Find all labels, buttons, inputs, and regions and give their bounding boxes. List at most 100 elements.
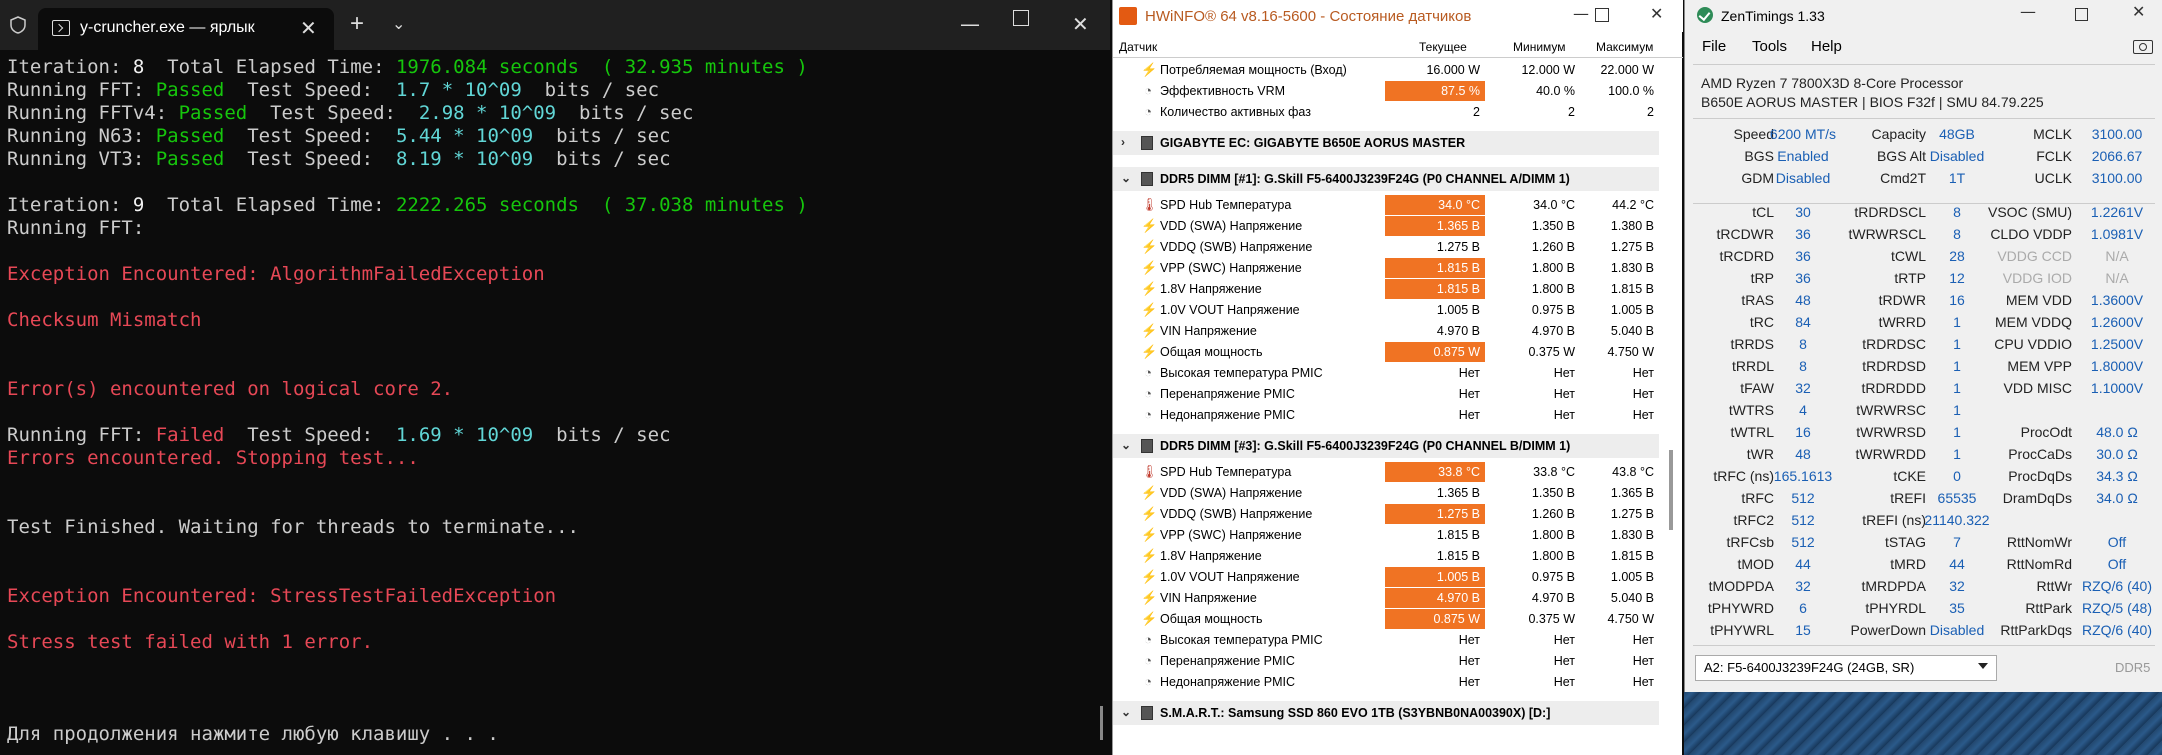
sensor-row[interactable]: ⚡ VIN Напряжение 4.970 В 4.970 В 5.040 В [1113, 588, 1659, 609]
chevron-down-icon[interactable]: ⌄ [392, 14, 405, 34]
terminal-text: Exception Encountered: StressTestFailedE… [7, 585, 557, 607]
gauge-icon: ◔ [1144, 632, 1152, 647]
sensor-row[interactable]: ⚡ VIN Напряжение 4.970 В 4.970 В 5.040 В [1113, 321, 1659, 342]
min-value: 1.800 В [1531, 282, 1575, 296]
sensor-row[interactable]: ⚡ VPP (SWC) Напряжение 1.815 В 1.800 В 1.830… [1113, 525, 1659, 546]
sensor-group-header[interactable]: ⌄ DDR5 DIMM [#1]: G.Skill F5-6400J3239F24… [1113, 167, 1659, 191]
sensor-row[interactable]: ⚡ 1.0V VOUT Напряжение 1.005 В 0.975 В 1.005… [1113, 300, 1659, 321]
terminal-line: Running FFT: Passed Test Speed: 1.7 * 10… [7, 79, 808, 102]
terminal-text: 5.44 * 10^09 [395, 125, 534, 147]
shield-icon[interactable] [8, 15, 28, 35]
column-min[interactable]: Минимум [1513, 40, 1566, 54]
sensor-row[interactable]: ◔ Эффективность VRM 87.5 % 40.0 % 100.0 % [1113, 81, 1659, 102]
sensor-name: 1.0V VOUT Напряжение [1160, 303, 1300, 317]
sensor-row[interactable]: ⚡ 1.0V VOUT Напряжение 1.005 В 0.975 В 1.005… [1113, 567, 1659, 588]
min-value: 0.375 W [1528, 612, 1575, 626]
maximize-button[interactable] [1013, 10, 1029, 26]
sensor-row[interactable]: 🌡 SPD Hub Температура 34.0 °C 34.0 °C 44.2 °… [1113, 195, 1659, 216]
thermometer-icon: 🌡 [1141, 464, 1158, 479]
sensor-row[interactable]: ◔ Высокая температура PMIC Нет Нет Нет [1113, 630, 1659, 651]
terminal-icon [52, 20, 70, 36]
expand-chevron-icon[interactable]: ⌄ [1121, 438, 1131, 452]
menu-file[interactable]: File [1702, 38, 1726, 55]
memory-module-select[interactable]: A2: F5-6400J3239F24G (24GB, SR) [1695, 655, 1997, 681]
min-value: 1.800 В [1531, 261, 1575, 275]
max-value: 1.275 В [1610, 507, 1654, 521]
min-value: 1.350 В [1531, 486, 1575, 500]
sensor-row[interactable]: ⚡ Общая мощность 0.875 W 0.375 W 4.750 W [1113, 342, 1659, 363]
sensor-row[interactable]: ⚡ VPP (SWC) Напряжение 1.815 В 1.800 В 1.830… [1113, 258, 1659, 279]
timing-value: Off [2107, 534, 2127, 550]
sensor-group-header[interactable]: ⌄ DDR5 DIMM [#3]: G.Skill F5-6400J3239F24… [1113, 434, 1659, 458]
lightning-icon: ⚡ [1141, 548, 1158, 563]
sensor-name: VDDQ (SWB) Напряжение [1160, 507, 1313, 521]
menu-tools[interactable]: Tools [1752, 38, 1787, 55]
sensor-row[interactable]: ⚡ 1.8V Напряжение 1.815 В 1.800 В 1.815 В [1113, 279, 1659, 300]
screenshot-camera-icon[interactable] [2133, 40, 2153, 54]
column-max[interactable]: Максимум [1596, 40, 1653, 54]
timing-value: 1.1000V [2090, 380, 2144, 396]
sensor-row[interactable]: ⚡ VDDQ (SWB) Напряжение 1.275 В 1.260 В 1.27… [1113, 237, 1659, 258]
lightning-icon: ⚡ [1141, 281, 1158, 296]
minimize-button[interactable]: — [1573, 4, 1589, 23]
timing-value: 48.0 Ω [2096, 424, 2138, 440]
close-window-button[interactable]: ✕ [1650, 4, 1663, 23]
expand-chevron-icon[interactable]: › [1121, 135, 1125, 149]
sensor-row[interactable]: 🌡 SPD Hub Температура 33.8 °C 33.8 °C 43.8 °… [1113, 462, 1659, 483]
timing-value: N/A [2105, 248, 2129, 264]
sensor-row[interactable]: ◔ Недонапряжение PMIC Нет Нет Нет [1113, 672, 1659, 693]
sensor-row[interactable]: ◔ Количество активных фаз 2 2 2 [1113, 102, 1659, 123]
hwinfo-title: HWiNFO® 64 v8.16-5600 - Состояние датчик… [1145, 8, 1472, 25]
terminal-text: 1.7 * 10^09 [395, 79, 522, 101]
timing-value: 1.2600V [2090, 314, 2144, 330]
sensor-name: VIN Напряжение [1160, 591, 1257, 605]
scrollbar[interactable] [1669, 450, 1673, 530]
sensor-row[interactable]: ⚡ VDDQ (SWB) Напряжение 1.275 В 1.260 В 1.27… [1113, 504, 1659, 525]
divider [1693, 64, 2155, 65]
sensor-row[interactable]: ◔ Перенапряжение PMIC Нет Нет Нет [1113, 384, 1659, 405]
sensor-group-header[interactable]: › GIGABYTE EC: GIGABYTE B650E AORUS MASTE… [1113, 131, 1659, 155]
expand-chevron-icon[interactable]: ⌄ [1121, 171, 1131, 185]
close-window-button[interactable]: ✕ [2132, 2, 2145, 21]
sensor-row[interactable]: ⚡ VDD (SWA) Напряжение 1.365 В 1.350 В 1.380… [1113, 216, 1659, 237]
menu-help[interactable]: Help [1811, 38, 1842, 55]
max-value: 1.275 В [1610, 240, 1654, 254]
minimize-button[interactable]: — [2020, 2, 2036, 21]
max-value: 1.005 В [1610, 303, 1654, 317]
max-value: 1.815 В [1610, 549, 1654, 563]
zentimings-window: ZenTimings 1.33 — ✕ File Tools Help AMD … [1684, 0, 2162, 692]
close-tab-icon[interactable]: ✕ [300, 16, 317, 41]
minimize-button[interactable]: — [960, 12, 980, 36]
hwinfo-titlebar: HWiNFO® 64 v8.16-5600 - Состояние датчик… [1113, 0, 1683, 32]
new-tab-button[interactable]: + [350, 12, 364, 36]
maximize-button[interactable] [1595, 8, 1609, 22]
sensor-row[interactable]: ◔ Недонапряжение PMIC Нет Нет Нет [1113, 405, 1659, 426]
timing-value: 165.1613 [1773, 468, 1833, 484]
sensor-group-name: GIGABYTE EC: GIGABYTE B650E AORUS MASTER [1160, 136, 1466, 150]
timing-value: 30 [1795, 204, 1811, 220]
terminal-tab[interactable]: y-cruncher.exe — ярлык ✕ [38, 8, 334, 50]
sensor-row[interactable]: ⚡ 1.8V Напряжение 1.815 В 1.800 В 1.815 В [1113, 546, 1659, 567]
timing-label: tSTAG [1885, 534, 1926, 550]
scrollbar[interactable] [1100, 706, 1103, 740]
column-sensor[interactable]: Датчик [1119, 40, 1157, 54]
sensor-row[interactable]: ◔ Перенапряжение PMIC Нет Нет Нет [1113, 651, 1659, 672]
max-value: 44.2 °C [1612, 198, 1654, 212]
lightning-icon: ⚡ [1141, 611, 1158, 626]
current-value: Нет [1458, 387, 1480, 401]
close-window-button[interactable]: ✕ [1072, 12, 1089, 36]
sensor-row[interactable]: ⚡ Общая мощность 0.875 W 0.375 W 4.750 W [1113, 609, 1659, 630]
expand-chevron-icon[interactable]: ⌄ [1121, 705, 1131, 719]
timing-label: RttParkDqs [2000, 622, 2072, 638]
maximize-button[interactable] [2075, 8, 2088, 21]
column-current[interactable]: Текущее [1419, 40, 1467, 54]
sensor-row[interactable]: ⚡ VDD (SWA) Напряжение 1.365 В 1.350 В 1.365… [1113, 483, 1659, 504]
sensor-row[interactable]: ⚡ Потребляемая мощность (Вход) 16.000 W 12.… [1113, 60, 1659, 81]
terminal-output[interactable]: Iteration: 8 Total Elapsed Time: 1976.08… [7, 56, 808, 746]
max-value: 100.0 % [1608, 84, 1654, 98]
timing-value: 1 [1953, 358, 1961, 374]
sensor-row[interactable]: ◔ Высокая температура PMIC Нет Нет Нет [1113, 363, 1659, 384]
sensor-group-header[interactable]: ⌄ S.M.A.R.T.: Samsung SSD 860 EVO 1TB (S3… [1113, 701, 1659, 725]
